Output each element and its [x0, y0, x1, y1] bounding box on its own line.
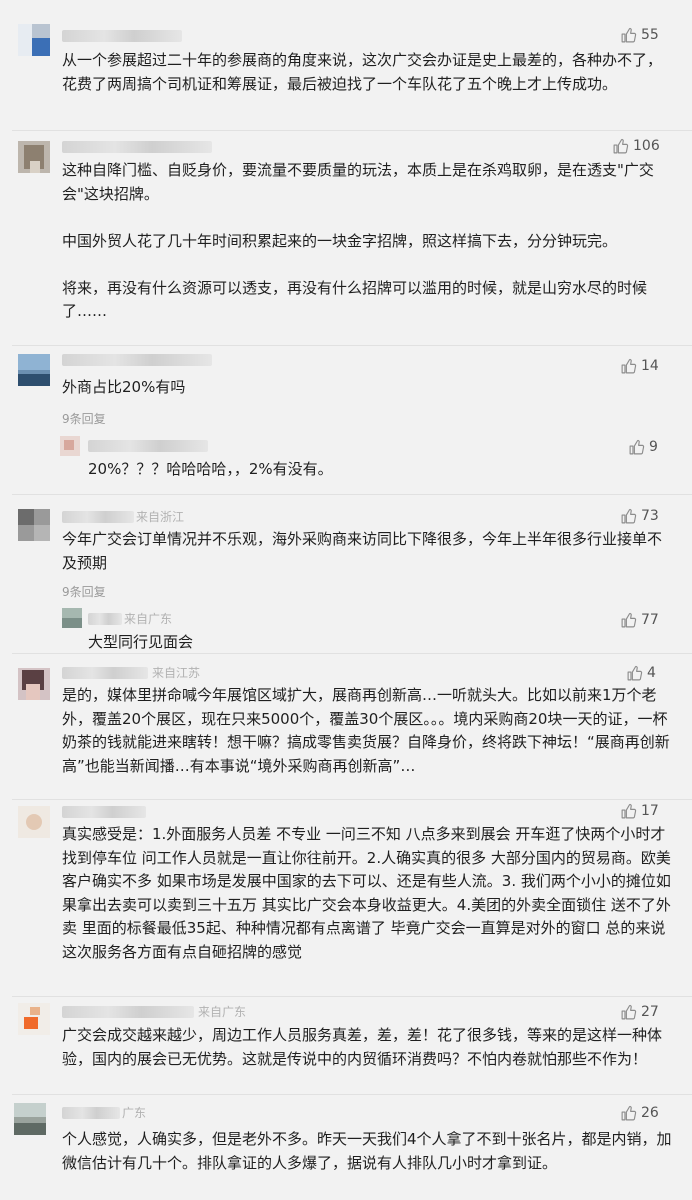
- comment-item: 14 外商占比20%有吗 9条回复 9 20%？？？哈哈哈哈，，2%有没有。: [0, 346, 692, 494]
- like-count: 9: [649, 439, 658, 455]
- reply-like-button[interactable]: 9: [628, 438, 658, 456]
- comment-text: 真实感受是：1.外面服务人员差 不专业 一问三不知 八点多来到展会 开车逛了快两…: [62, 825, 671, 961]
- username[interactable]: [62, 806, 146, 818]
- thumbs-up-icon: [620, 803, 637, 820]
- avatar[interactable]: [18, 509, 50, 541]
- comment-item: 来自江苏 4 是的，媒体里拼命喊今年展馆区域扩大，展商再创新高…一听就头大。比如…: [0, 654, 692, 799]
- comment-text: 是的，媒体里拼命喊今年展馆区域扩大，展商再创新高…一听就头大。比如以前来1万个老…: [62, 686, 670, 775]
- avatar[interactable]: [18, 668, 50, 700]
- comment-item: 来自广东 27 广交会成交越来越少，周边工作人员服务真差，差，差！花了很多钱，等…: [0, 997, 692, 1094]
- replies-link[interactable]: 9条回复: [62, 584, 106, 600]
- like-count: 106: [633, 138, 660, 154]
- like-button[interactable]: 106: [612, 137, 660, 155]
- like-button[interactable]: 26: [620, 1104, 659, 1122]
- location-tag: 来自江苏: [152, 666, 201, 680]
- comment-item: 来自浙江 73 今年广交会订单情况并不乐观，海外采购商来访同比下降很多，今年上半…: [0, 495, 692, 653]
- reply-avatar[interactable]: [62, 608, 82, 628]
- thumbs-up-icon: [628, 439, 645, 456]
- comment-text: 广交会成交越来越少，周边工作人员服务真差，差，差！花了很多钱，等来的是这样一种体…: [62, 1026, 663, 1068]
- username[interactable]: [62, 141, 212, 153]
- like-count: 55: [641, 27, 659, 43]
- location-tag: 来自广东: [198, 1005, 247, 1019]
- avatar[interactable]: [18, 1003, 50, 1035]
- like-count: 26: [641, 1105, 659, 1121]
- username[interactable]: [62, 30, 182, 42]
- replies-link[interactable]: 9条回复: [62, 411, 106, 427]
- username[interactable]: [62, 667, 148, 679]
- avatar[interactable]: [18, 141, 50, 173]
- reply-username[interactable]: [88, 613, 122, 625]
- like-count: 27: [641, 1004, 659, 1020]
- like-button[interactable]: 27: [620, 1003, 659, 1021]
- reply-avatar[interactable]: [60, 436, 80, 456]
- reply-like-button[interactable]: 77: [620, 611, 659, 629]
- like-count: 77: [641, 612, 659, 628]
- thumbs-up-icon: [626, 665, 643, 682]
- thumbs-up-icon: [620, 358, 637, 375]
- comment-item: 广东 26 个人感觉，人确实多，但是老外不多。昨天一天我们4个人拿了不到十张名片…: [0, 1095, 692, 1200]
- thumbs-up-icon: [620, 27, 637, 44]
- reply-username[interactable]: [88, 440, 208, 452]
- thumbs-up-icon: [620, 508, 637, 525]
- username[interactable]: [62, 1107, 120, 1119]
- like-count: 17: [641, 803, 659, 819]
- like-button[interactable]: 55: [620, 26, 659, 44]
- thumbs-up-icon: [620, 1004, 637, 1021]
- username[interactable]: [62, 354, 212, 366]
- like-count: 73: [641, 508, 659, 524]
- username[interactable]: [62, 1006, 194, 1018]
- avatar[interactable]: [18, 806, 50, 838]
- avatar[interactable]: [14, 1103, 46, 1135]
- thumbs-up-icon: [620, 612, 637, 629]
- username[interactable]: [62, 511, 134, 523]
- avatar[interactable]: [18, 24, 50, 56]
- comment-item: 106 这种自降门槛、自贬身价，要流量不要质量的玩法，本质上是在杀鸡取卵，是在透…: [0, 131, 692, 345]
- location-tag: 来自浙江: [136, 510, 185, 524]
- like-button[interactable]: 17: [620, 802, 659, 820]
- avatar[interactable]: [18, 354, 50, 386]
- reply-text: 大型同行见面会: [88, 633, 194, 651]
- like-count: 14: [641, 358, 659, 374]
- comment-item: 17 真实感受是：1.外面服务人员差 不专业 一问三不知 八点多来到展会 开车逛…: [0, 800, 692, 996]
- reply-text: 20%？？？哈哈哈哈，，2%有没有。: [88, 460, 333, 478]
- location-tag: 来自广东: [124, 612, 173, 626]
- like-button[interactable]: 73: [620, 507, 659, 525]
- comment-text: 外商占比20%有吗: [62, 378, 186, 396]
- thumbs-up-icon: [612, 138, 629, 155]
- like-button[interactable]: 14: [620, 357, 659, 375]
- comment-item: 55 从一个参展超过二十年的参展商的角度来说，这次广交会办证是史上最差的，各种办…: [0, 0, 692, 130]
- like-count: 4: [647, 665, 656, 681]
- thumbs-up-icon: [620, 1105, 637, 1122]
- location-tag: 广东: [122, 1106, 147, 1120]
- comment-text: 从一个参展超过二十年的参展商的角度来说，这次广交会办证是史上最差的，各种办不了，…: [62, 51, 663, 93]
- like-button[interactable]: 4: [626, 664, 656, 682]
- comment-text: 今年广交会订单情况并不乐观，海外采购商来访同比下降很多，今年上半年很多行业接单不…: [62, 530, 663, 572]
- comment-text: 个人感觉，人确实多，但是老外不多。昨天一天我们4个人拿了不到十张名片，都是内销，…: [62, 1130, 672, 1172]
- comment-text: 这种自降门槛、自贬身价，要流量不要质量的玩法，本质上是在杀鸡取卵，是在透支"广交…: [62, 161, 654, 320]
